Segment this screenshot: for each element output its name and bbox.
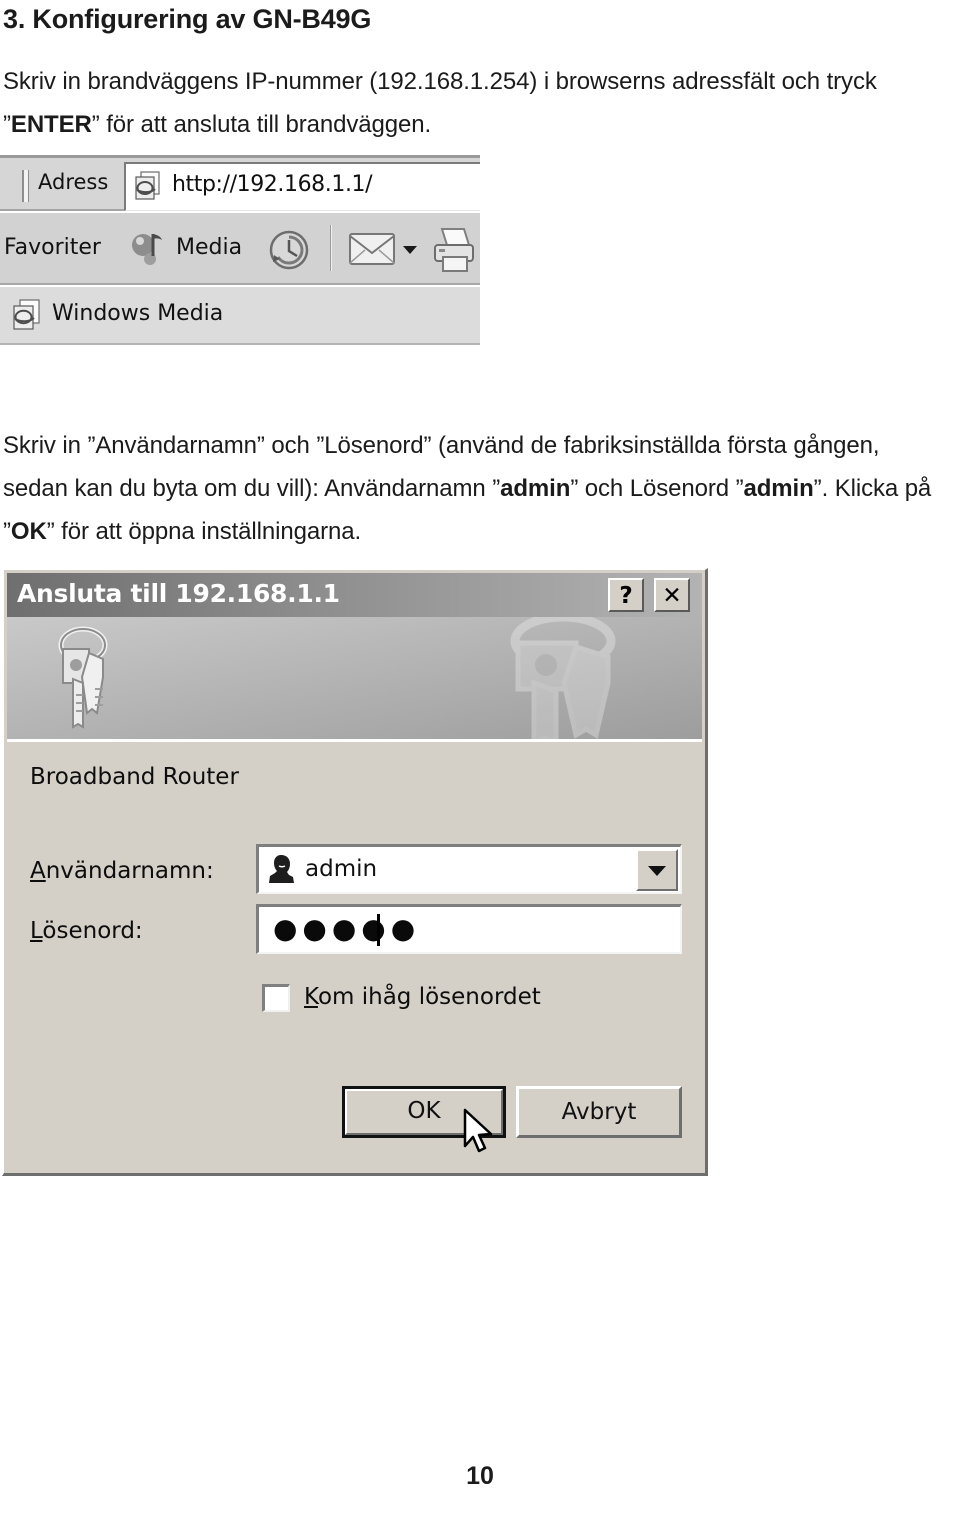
mail-envelope-icon[interactable] (348, 230, 396, 268)
text-cursor (377, 914, 380, 946)
chevron-down-icon[interactable] (636, 849, 678, 891)
address-bar: Adress http://192.168.1.1/ (0, 155, 480, 211)
address-url-text: http://192.168.1.1/ (172, 172, 373, 197)
page-title: 3. Konfigurering av GN-B49G (3, 4, 372, 34)
toolbar-separator (330, 225, 332, 271)
browser-toolbar-screenshot: Adress http://192.168.1.1/ Favoriter Med… (0, 155, 480, 345)
page-number: 10 (466, 1462, 494, 1490)
password-masked-value: ●●●●● (273, 912, 421, 945)
login-paragraph: Skriv in ”Användarnamn” och ”Lösenord” (… (3, 432, 932, 545)
keyring-watermark-icon (510, 617, 616, 739)
dialog-banner (7, 617, 702, 742)
password-input[interactable]: ●●●●● (256, 904, 682, 954)
cancel-button[interactable]: Avbryt (516, 1086, 682, 1138)
intro-paragraph: Skriv in brandväggens IP-nummer (192.168… (3, 68, 877, 138)
help-button[interactable]: ? (608, 578, 644, 612)
user-avatar-icon (269, 855, 294, 883)
ie-document-icon (135, 171, 160, 200)
history-clock-icon[interactable] (266, 227, 312, 273)
media-button-label[interactable]: Media (176, 235, 242, 260)
close-button[interactable]: ✕ (654, 578, 690, 612)
printer-icon[interactable] (428, 227, 480, 275)
auth-dialog: Ansluta till 192.168.1.1 ? ✕ Broadband R… (2, 568, 708, 1176)
dialog-title: Ansluta till 192.168.1.1 (17, 579, 340, 608)
mouse-pointer-icon (463, 1108, 493, 1153)
ie-document-icon (13, 299, 40, 330)
address-input[interactable]: http://192.168.1.1/ (124, 162, 480, 211)
media-ball-icon (132, 234, 162, 265)
dialog-body: Broadband Router Användarnamn: admin Lös… (4, 742, 705, 1173)
username-value: admin (305, 856, 378, 882)
realm-label: Broadband Router (30, 764, 239, 790)
chevron-down-icon[interactable] (403, 246, 417, 254)
favorites-button-label[interactable]: Favoriter (4, 235, 101, 260)
username-combobox[interactable]: admin (256, 844, 682, 894)
browser-toolbar: Favoriter Media (0, 213, 480, 285)
dialog-titlebar[interactable]: Ansluta till 192.168.1.1 ? ✕ (7, 573, 702, 617)
address-bar-label: Adress (38, 170, 109, 194)
username-label: Användarnamn: (30, 858, 214, 884)
remember-password-label: Kom ihåg lösenordet (304, 984, 541, 1010)
keyring-icon (58, 626, 108, 729)
links-bar: Windows Media (0, 287, 480, 345)
password-label: Lösenord: (30, 918, 143, 944)
remember-password-checkbox[interactable] (262, 984, 290, 1012)
windows-media-link[interactable]: Windows Media (52, 301, 223, 326)
toolbar-grip-handle[interactable] (22, 170, 29, 202)
